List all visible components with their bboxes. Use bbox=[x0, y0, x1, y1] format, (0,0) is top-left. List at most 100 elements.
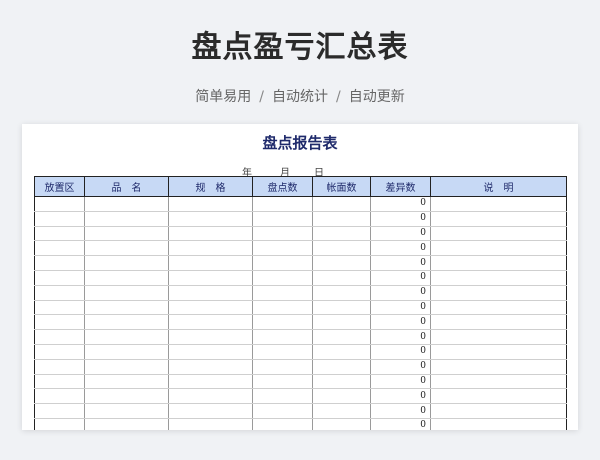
table-cell[interactable] bbox=[312, 285, 371, 301]
table-cell[interactable] bbox=[252, 300, 313, 316]
table-cell[interactable] bbox=[84, 226, 169, 242]
table-cell[interactable] bbox=[312, 226, 371, 242]
table-cell[interactable] bbox=[430, 270, 567, 286]
column-header[interactable]: 帐面数 bbox=[312, 176, 371, 197]
table-cell[interactable] bbox=[168, 255, 253, 271]
table-cell[interactable] bbox=[34, 300, 85, 316]
table-cell[interactable] bbox=[168, 226, 253, 242]
table-cell[interactable]: 0 bbox=[370, 226, 431, 242]
table-cell[interactable] bbox=[252, 388, 313, 405]
table-cell[interactable] bbox=[430, 418, 567, 430]
table-cell[interactable] bbox=[312, 240, 371, 257]
table-cell[interactable] bbox=[84, 255, 169, 271]
table-cell[interactable]: 0 bbox=[370, 374, 431, 390]
table-cell[interactable] bbox=[312, 418, 371, 430]
table-cell[interactable] bbox=[34, 374, 85, 390]
table-cell[interactable] bbox=[430, 344, 567, 360]
table-cell[interactable] bbox=[34, 285, 85, 301]
table-cell[interactable] bbox=[430, 300, 567, 316]
table-cell[interactable] bbox=[168, 329, 253, 345]
table-cell[interactable] bbox=[84, 344, 169, 360]
table-cell[interactable]: 0 bbox=[370, 285, 431, 301]
table-cell[interactable] bbox=[168, 240, 253, 257]
table-cell[interactable] bbox=[34, 255, 85, 271]
table-cell[interactable] bbox=[312, 403, 371, 419]
table-cell[interactable] bbox=[168, 374, 253, 390]
table-cell[interactable] bbox=[34, 418, 85, 430]
table-cell[interactable] bbox=[312, 388, 371, 405]
table-cell[interactable] bbox=[84, 314, 169, 331]
table-cell[interactable] bbox=[252, 196, 313, 212]
table-cell[interactable] bbox=[168, 418, 253, 430]
table-cell[interactable] bbox=[430, 314, 567, 331]
table-cell[interactable] bbox=[84, 374, 169, 390]
table-cell[interactable] bbox=[252, 329, 313, 345]
table-cell[interactable] bbox=[312, 359, 371, 375]
table-cell[interactable] bbox=[252, 359, 313, 375]
table-cell[interactable] bbox=[312, 344, 371, 360]
table-cell[interactable] bbox=[168, 403, 253, 419]
table-cell[interactable] bbox=[168, 314, 253, 331]
table-cell[interactable] bbox=[84, 270, 169, 286]
table-cell[interactable] bbox=[168, 388, 253, 405]
table-cell[interactable]: 0 bbox=[370, 270, 431, 286]
table-cell[interactable] bbox=[252, 240, 313, 257]
table-cell[interactable] bbox=[34, 329, 85, 345]
table-cell[interactable] bbox=[430, 285, 567, 301]
table-cell[interactable] bbox=[34, 211, 85, 227]
column-header[interactable]: 规 格 bbox=[168, 176, 253, 197]
table-cell[interactable] bbox=[430, 240, 567, 257]
table-cell[interactable]: 0 bbox=[370, 359, 431, 375]
table-cell[interactable] bbox=[34, 196, 85, 212]
table-cell[interactable] bbox=[84, 240, 169, 257]
table-cell[interactable]: 0 bbox=[370, 300, 431, 316]
table-cell[interactable] bbox=[84, 403, 169, 419]
table-cell[interactable] bbox=[168, 300, 253, 316]
table-cell[interactable] bbox=[252, 403, 313, 419]
table-cell[interactable]: 0 bbox=[370, 211, 431, 227]
column-header[interactable]: 盘点数 bbox=[252, 176, 313, 197]
column-header[interactable]: 说 明 bbox=[430, 176, 567, 197]
table-cell[interactable] bbox=[34, 226, 85, 242]
table-cell[interactable] bbox=[252, 255, 313, 271]
table-cell[interactable] bbox=[430, 359, 567, 375]
table-cell[interactable] bbox=[312, 329, 371, 345]
table-cell[interactable] bbox=[84, 300, 169, 316]
table-cell[interactable] bbox=[34, 344, 85, 360]
table-cell[interactable] bbox=[252, 344, 313, 360]
table-cell[interactable] bbox=[312, 270, 371, 286]
table-cell[interactable] bbox=[34, 240, 85, 257]
table-cell[interactable] bbox=[84, 196, 169, 212]
table-cell[interactable] bbox=[312, 314, 371, 331]
table-cell[interactable] bbox=[34, 314, 85, 331]
table-cell[interactable] bbox=[312, 255, 371, 271]
table-cell[interactable] bbox=[430, 403, 567, 419]
table-cell[interactable] bbox=[34, 403, 85, 419]
table-cell[interactable] bbox=[34, 270, 85, 286]
table-cell[interactable] bbox=[252, 418, 313, 430]
table-cell[interactable] bbox=[84, 359, 169, 375]
table-cell[interactable] bbox=[252, 314, 313, 331]
column-header[interactable]: 差异数 bbox=[370, 176, 431, 197]
table-cell[interactable] bbox=[84, 329, 169, 345]
column-header[interactable]: 品 名 bbox=[84, 176, 169, 197]
table-cell[interactable]: 0 bbox=[370, 329, 431, 345]
table-cell[interactable]: 0 bbox=[370, 196, 431, 212]
table-cell[interactable]: 0 bbox=[370, 314, 431, 331]
table-cell[interactable] bbox=[168, 211, 253, 227]
table-cell[interactable] bbox=[430, 329, 567, 345]
table-cell[interactable] bbox=[168, 285, 253, 301]
table-cell[interactable] bbox=[84, 285, 169, 301]
table-cell[interactable] bbox=[430, 211, 567, 227]
table-cell[interactable] bbox=[312, 211, 371, 227]
table-cell[interactable] bbox=[430, 196, 567, 212]
table-cell[interactable]: 0 bbox=[370, 418, 431, 430]
table-cell[interactable] bbox=[252, 285, 313, 301]
table-cell[interactable] bbox=[430, 255, 567, 271]
table-cell[interactable]: 0 bbox=[370, 255, 431, 271]
table-cell[interactable] bbox=[168, 359, 253, 375]
table-cell[interactable] bbox=[168, 196, 253, 212]
table-cell[interactable]: 0 bbox=[370, 344, 431, 360]
table-cell[interactable] bbox=[430, 388, 567, 405]
table-cell[interactable]: 0 bbox=[370, 403, 431, 419]
